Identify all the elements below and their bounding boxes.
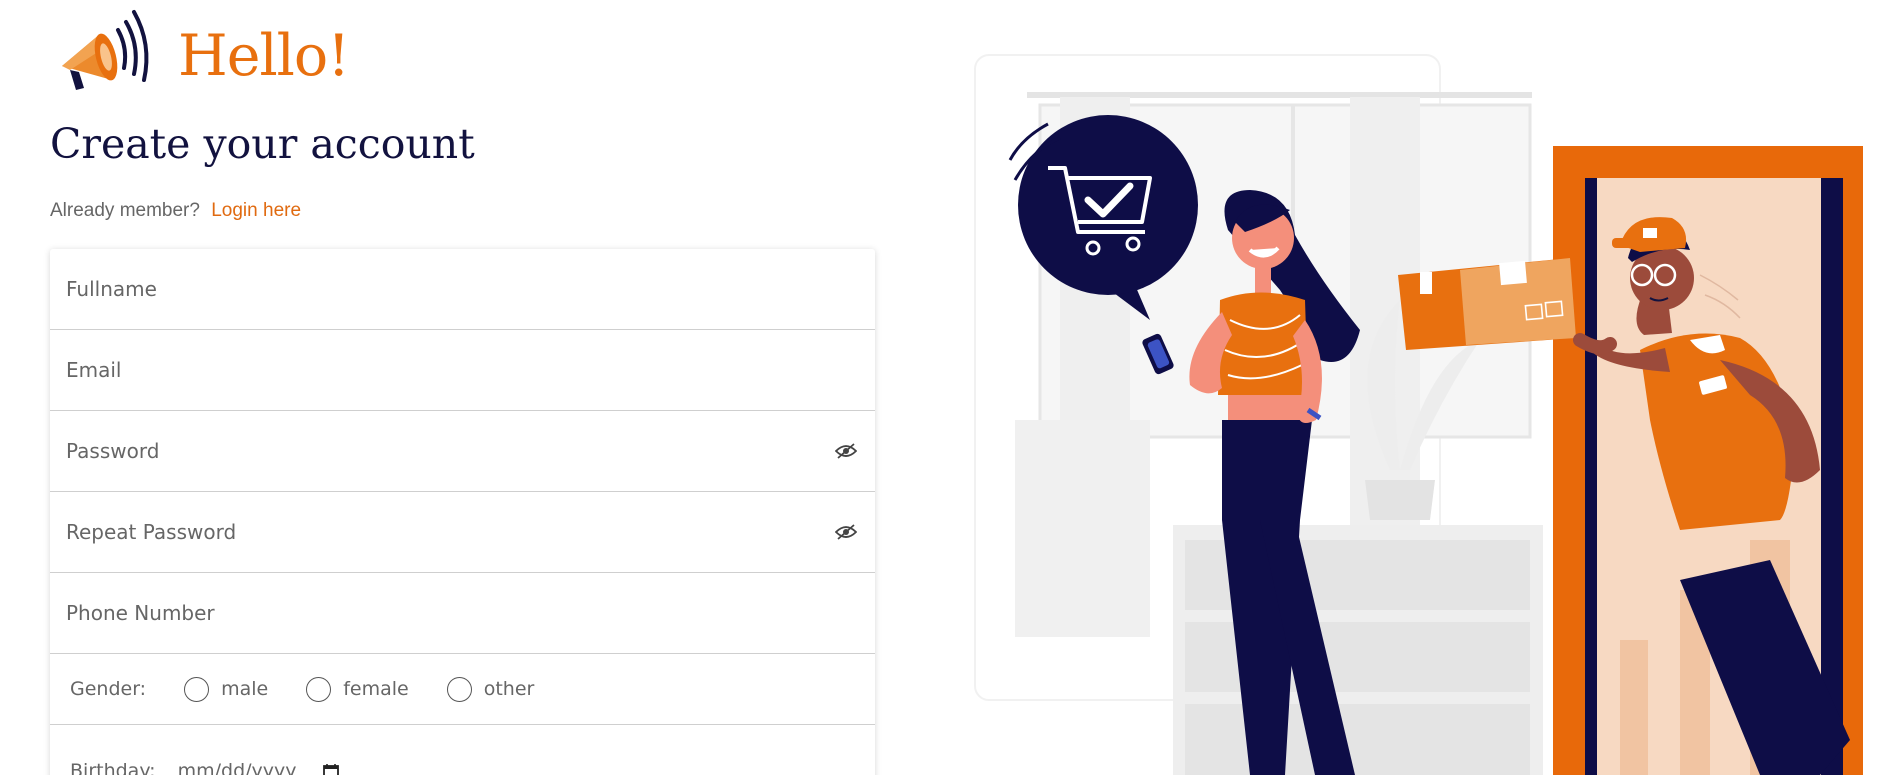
megaphone-icon	[62, 10, 149, 90]
birthday-label: Birthday:	[70, 760, 156, 775]
repeat-password-input[interactable]	[50, 492, 875, 572]
password-field-wrapper	[50, 411, 875, 492]
gender-option-female[interactable]: female	[306, 676, 409, 702]
calendar-icon[interactable]	[322, 763, 339, 775]
email-field-wrapper	[50, 330, 875, 411]
radio-label: other	[483, 678, 535, 700]
gender-group: Gender: male female other	[50, 654, 875, 725]
fullname-input[interactable]	[50, 249, 875, 329]
gender-label: Gender:	[70, 678, 147, 700]
login-prompt: Already member? Login here	[50, 200, 301, 222]
member-text: Already member?	[50, 200, 200, 221]
page-title: Create your account	[50, 120, 475, 168]
radio-button[interactable]	[446, 676, 472, 702]
login-link[interactable]: Login here	[211, 200, 301, 221]
email-input[interactable]	[50, 330, 875, 410]
phone-input[interactable]	[50, 573, 875, 653]
birthday-group: Birthday: mm/dd/yyyy	[50, 725, 875, 775]
gender-option-other[interactable]: other	[446, 676, 535, 702]
phone-field-wrapper	[50, 573, 875, 654]
radio-label: female	[343, 678, 409, 700]
repeat-password-field-wrapper	[50, 492, 875, 573]
radio-label: male	[221, 678, 269, 700]
radio-button[interactable]	[184, 676, 210, 702]
birthday-input[interactable]: mm/dd/yyyy	[178, 760, 297, 775]
fullname-field-wrapper	[50, 249, 875, 330]
delivery-illustration	[974, 54, 1863, 775]
eye-slash-icon[interactable]	[835, 524, 857, 540]
password-input[interactable]	[50, 411, 875, 491]
gender-option-male[interactable]: male	[184, 676, 269, 702]
greeting-heading: Hello!	[178, 23, 350, 89]
radio-button[interactable]	[306, 676, 332, 702]
signup-form: Gender: male female other Birthday: mm/d…	[50, 249, 875, 775]
eye-slash-icon[interactable]	[835, 443, 857, 459]
